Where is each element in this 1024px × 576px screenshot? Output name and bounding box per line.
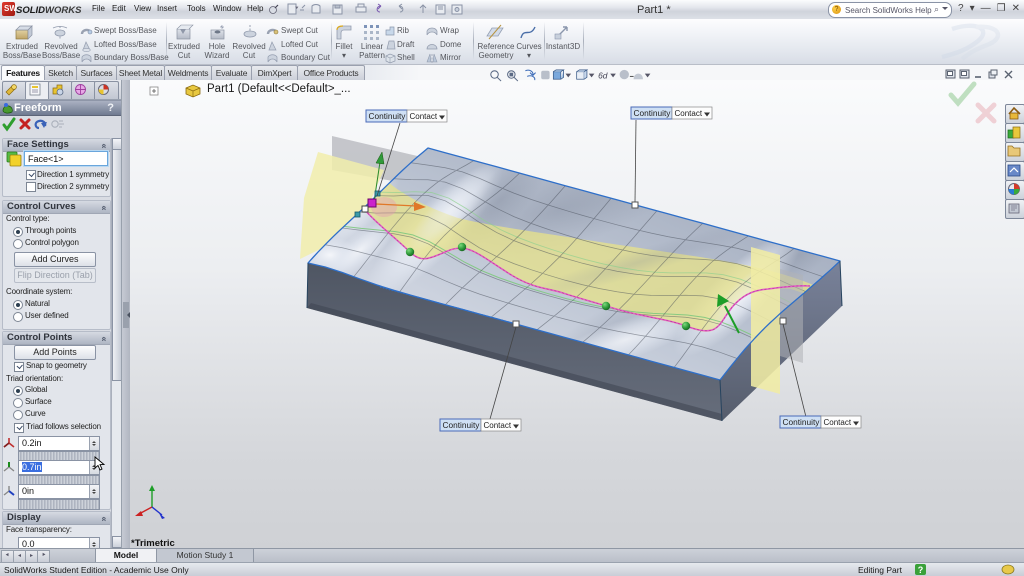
svg-text:?: ? bbox=[918, 565, 924, 575]
svg-text:Continuity: Continuity bbox=[634, 108, 672, 118]
svg-text:6d: 6d bbox=[598, 70, 608, 80]
svg-text:Continuity: Continuity bbox=[369, 111, 407, 121]
svg-text:Continuity: Continuity bbox=[443, 420, 481, 430]
svg-text:Contact: Contact bbox=[675, 109, 703, 118]
svg-text:Contact: Contact bbox=[484, 421, 512, 430]
svg-text:*Trimetric: *Trimetric bbox=[131, 538, 175, 548]
svg-text:Continuity: Continuity bbox=[783, 417, 821, 427]
svg-text:Contact: Contact bbox=[824, 418, 852, 427]
svg-text:Contact: Contact bbox=[410, 112, 438, 121]
